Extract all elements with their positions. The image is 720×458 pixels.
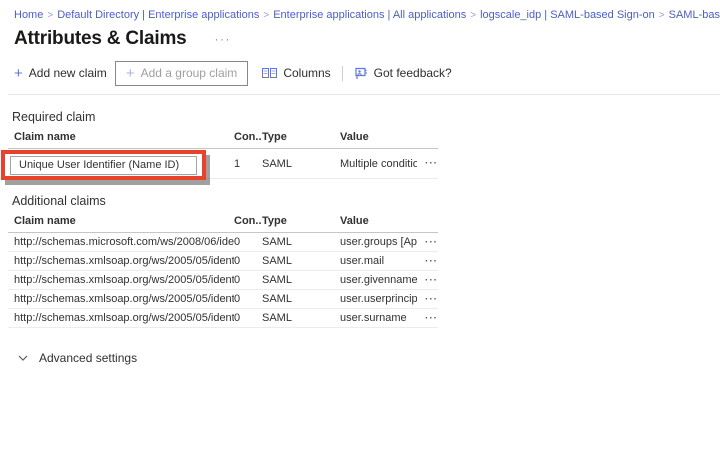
required-claim-section-title: Required claim (12, 110, 96, 124)
more-options-icon[interactable]: ··· (417, 237, 438, 248)
claim-type-value: SAML (262, 312, 292, 324)
plus-icon: + (14, 64, 23, 82)
table-row: http://schemas.xmlsoap.org/ws/2005/05/id… (8, 271, 438, 290)
columns-button[interactable]: Columns (262, 66, 331, 80)
add-group-claim-button[interactable]: + Add a group claim (114, 60, 249, 86)
table-row: 1 SAML Multiple conditions [... ··· Uniq… (1, 149, 438, 180)
breadcrumb: Home > Default Directory | Enterprise appl… (0, 0, 720, 21)
toolbar-divider (341, 65, 343, 81)
column-type: Type (262, 131, 287, 143)
advanced-settings-label: Advanced settings (39, 351, 138, 365)
breadcrumb-logscale-idp[interactable]: logscale_idp | SAML-based Sign-on (480, 9, 655, 21)
plus-icon: + (125, 64, 135, 82)
claim-type-value: SAML (262, 255, 292, 267)
table-row: http://schemas.xmlsoap.org/ws/2005/05/id… (8, 309, 438, 328)
claim-con-value: 0 (234, 255, 241, 267)
claim-name-link[interactable]: http://schemas.xmlsoap.org/ws/2005/05/id… (8, 274, 234, 286)
advanced-settings-toggle[interactable]: Advanced settings (18, 351, 720, 365)
column-con: Con... (234, 131, 262, 143)
breadcrumb-separator: > (263, 10, 270, 21)
breadcrumb-separator: > (470, 10, 477, 21)
claim-value: user.givenname (340, 274, 417, 286)
command-bar: + Add new claim + Add a group claim Colu… (14, 60, 720, 86)
add-new-claim-button[interactable]: + Add new claim (14, 66, 107, 81)
chevron-down-icon (18, 355, 28, 361)
breadcrumb-saml-sign-on[interactable]: SAML-based Sign-on (669, 9, 720, 21)
claim-value: user.groups [Applica... (340, 236, 417, 248)
column-claim-name: Claim name (14, 215, 76, 227)
more-options-icon[interactable]: ··· (417, 294, 438, 305)
table-header: Claim name Con... Type Value (8, 124, 438, 149)
claim-name-link[interactable]: Unique User Identifier (Name ID) (10, 155, 197, 175)
page-header: Attributes & Claims ··· (14, 28, 720, 50)
add-new-claim-label: Add new claim (28, 66, 107, 80)
claim-value: user.surname (340, 312, 407, 324)
column-type: Type (262, 215, 287, 227)
required-claim-table: Claim name Con... Type Value 1 SAML Mult… (1, 124, 438, 180)
more-options-icon[interactable]: ··· (417, 158, 438, 169)
column-value: Value (340, 131, 369, 143)
columns-label: Columns (283, 66, 331, 80)
breadcrumb-all-applications[interactable]: Enterprise applications | All applicatio… (273, 9, 466, 21)
claim-name-link[interactable]: http://schemas.xmlsoap.org/ws/2005/05/id… (8, 312, 234, 324)
got-feedback-button[interactable]: Got feedback? (354, 66, 452, 80)
claim-name-link[interactable]: http://schemas.microsoft.com/ws/2008/06/… (8, 236, 234, 248)
claim-value: user.userprincipalna... (340, 293, 417, 305)
claim-name-link[interactable]: http://schemas.xmlsoap.org/ws/2005/05/id… (8, 255, 234, 267)
got-feedback-label: Got feedback? (373, 66, 452, 80)
table-row: http://schemas.microsoft.com/ws/2008/06/… (8, 233, 438, 252)
claim-type-value: SAML (262, 236, 292, 248)
feedback-icon (354, 67, 368, 80)
additional-claims-section-title: Additional claims (12, 194, 106, 208)
table-row: http://schemas.xmlsoap.org/ws/2005/05/id… (8, 290, 438, 309)
page-more-menu-icon[interactable]: ··· (215, 32, 232, 46)
claim-con-value: 0 (234, 293, 241, 305)
claim-value: user.mail (340, 255, 385, 267)
additional-claims-table: Claim name Con... Type Value http://sche… (8, 208, 438, 328)
table-row: http://schemas.xmlsoap.org/ws/2005/05/id… (8, 252, 438, 271)
column-claim-name: Claim name (14, 131, 76, 143)
column-con: Con... (234, 215, 262, 227)
add-group-claim-label: Add a group claim (140, 66, 238, 80)
toolbar-underline (8, 94, 720, 95)
columns-icon (262, 67, 278, 79)
claim-con-value: 1 (234, 157, 241, 170)
claim-type-value: SAML (262, 157, 292, 170)
claim-value: Multiple conditions [... (340, 157, 417, 170)
page-title: Attributes & Claims (14, 28, 187, 49)
more-options-icon[interactable]: ··· (417, 256, 438, 267)
highlight-annotation: Unique User Identifier (Name ID) (1, 150, 206, 180)
breadcrumb-default-directory[interactable]: Default Directory | Enterprise applicati… (57, 9, 259, 21)
more-options-icon[interactable]: ··· (417, 313, 438, 324)
breadcrumb-home[interactable]: Home (14, 9, 43, 21)
breadcrumb-separator: > (47, 10, 54, 21)
claim-type-value: SAML (262, 293, 292, 305)
breadcrumb-separator: > (658, 10, 665, 21)
table-header: Claim name Con... Type Value (8, 208, 438, 233)
claim-con-value: 0 (234, 236, 241, 248)
more-options-icon[interactable]: ··· (417, 275, 438, 286)
claim-name-link[interactable]: http://schemas.xmlsoap.org/ws/2005/05/id… (8, 293, 234, 305)
claim-con-value: 0 (234, 274, 241, 286)
column-value: Value (340, 215, 369, 227)
claim-type-value: SAML (262, 274, 292, 286)
claim-con-value: 0 (234, 312, 241, 324)
